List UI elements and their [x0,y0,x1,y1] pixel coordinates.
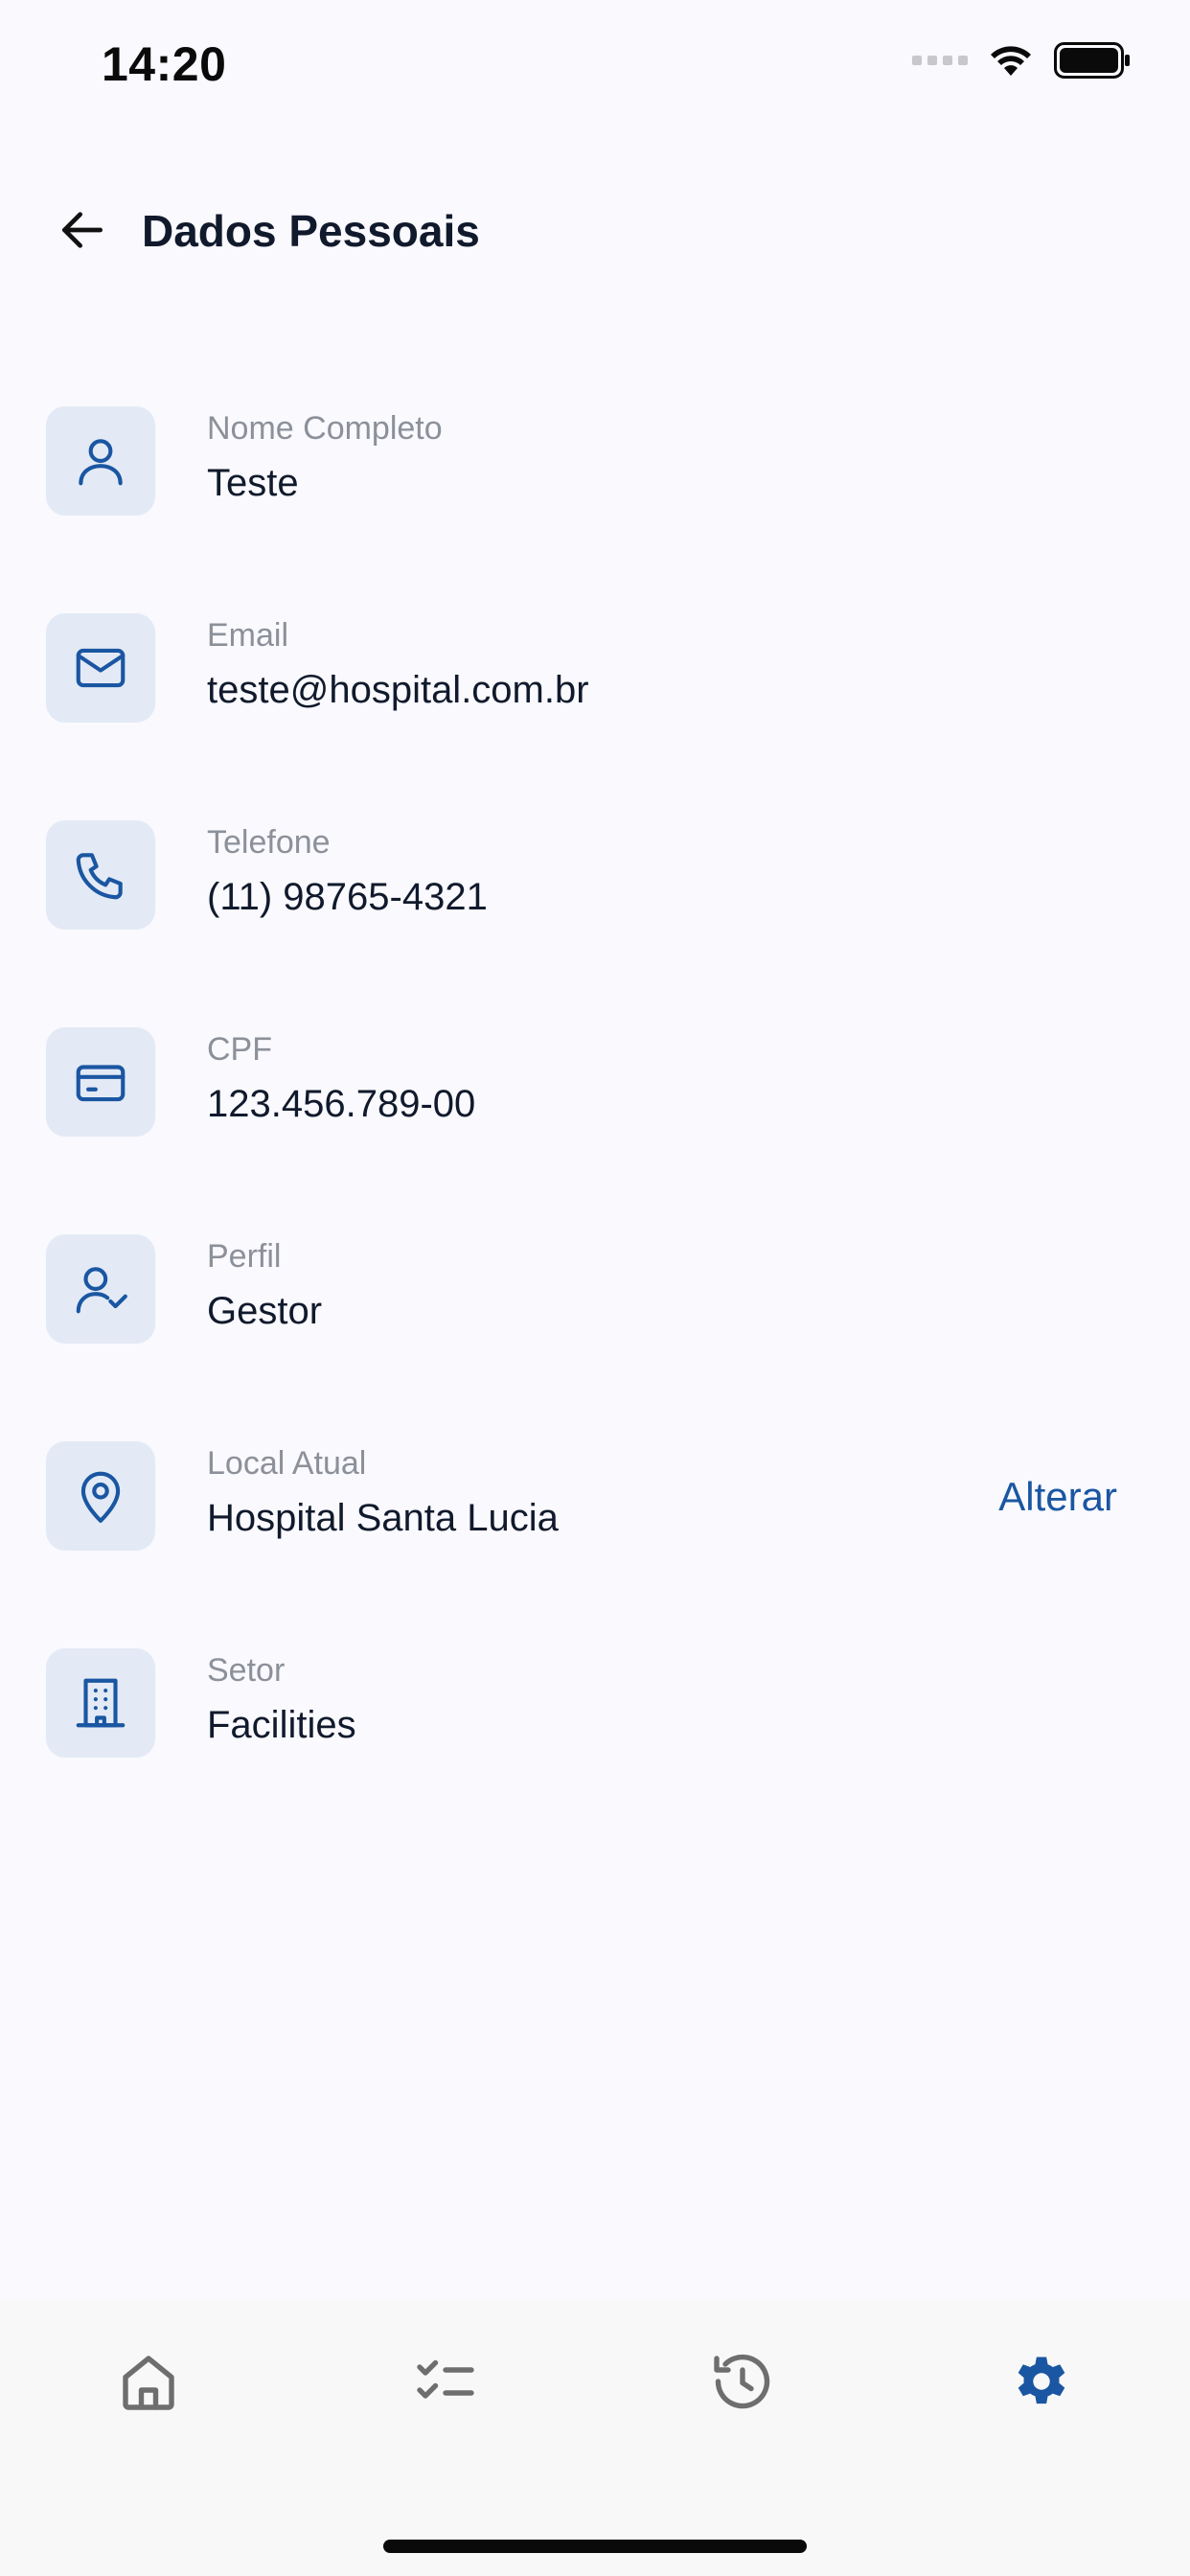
field-label: CPF [207,1031,272,1068]
field-label: Local Atual [207,1445,367,1482]
status-bar: 14:20 [0,0,1190,134]
field-value: Facilities [207,1704,356,1746]
nav-tasks[interactable] [402,2338,489,2425]
bottom-navigation [0,2300,1190,2576]
field-value: Hospital Santa Lucia [207,1497,559,1539]
home-indicator[interactable] [383,2540,807,2553]
nav-home[interactable] [105,2338,192,2425]
field-value: 123.456.789-00 [207,1083,476,1125]
field-value: teste@hospital.com.br [207,669,589,711]
checklist-icon [417,2359,474,2399]
status-time: 14:20 [102,37,227,91]
field-label: Telefone [207,824,331,861]
home-icon [123,2356,174,2410]
field-value: Gestor [207,1290,323,1332]
personal-data-list: Nome Completo Teste Email teste@hospital… [0,402,1190,1852]
field-label: Setor [207,1652,286,1689]
history-icon [714,2354,770,2409]
phone-icon [46,820,155,930]
user-icon [46,406,155,516]
page-title: Dados Pessoais [142,206,480,256]
field-row-phone: Telefone (11) 98765-4321 [0,816,1190,1024]
nav-settings[interactable] [998,2338,1085,2425]
field-value: Teste [207,462,299,504]
field-row-full-name: Nome Completo Teste [0,402,1190,610]
field-label: Perfil [207,1238,282,1275]
field-value: (11) 98765-4321 [207,876,488,918]
building-icon [46,1648,155,1758]
settings-icon [1018,2357,1065,2404]
cellular-signal-icon [912,56,968,65]
nav-history[interactable] [699,2338,786,2425]
field-row-profile: Perfil Gestor [0,1230,1190,1438]
header: Dados Pessoais [0,182,1190,278]
back-button[interactable] [54,201,111,259]
field-label: Nome Completo [207,410,443,447]
card-icon [46,1027,155,1137]
status-icons [912,42,1131,79]
change-location-button[interactable]: Alterar [998,1474,1117,1520]
field-row-email: Email teste@hospital.com.br [0,610,1190,816]
arrow-left-icon [62,212,103,248]
mail-icon [46,613,155,723]
user-check-icon [46,1234,155,1344]
field-label: Email [207,617,289,654]
field-row-sector: Setor Facilities [0,1644,1190,1852]
battery-icon [1054,42,1130,79]
field-row-current-location: Local Atual Hospital Santa Lucia Alterar [0,1438,1190,1644]
map-pin-icon [46,1441,155,1551]
field-row-cpf: CPF 123.456.789-00 [0,1024,1190,1230]
wifi-icon [991,46,1031,76]
